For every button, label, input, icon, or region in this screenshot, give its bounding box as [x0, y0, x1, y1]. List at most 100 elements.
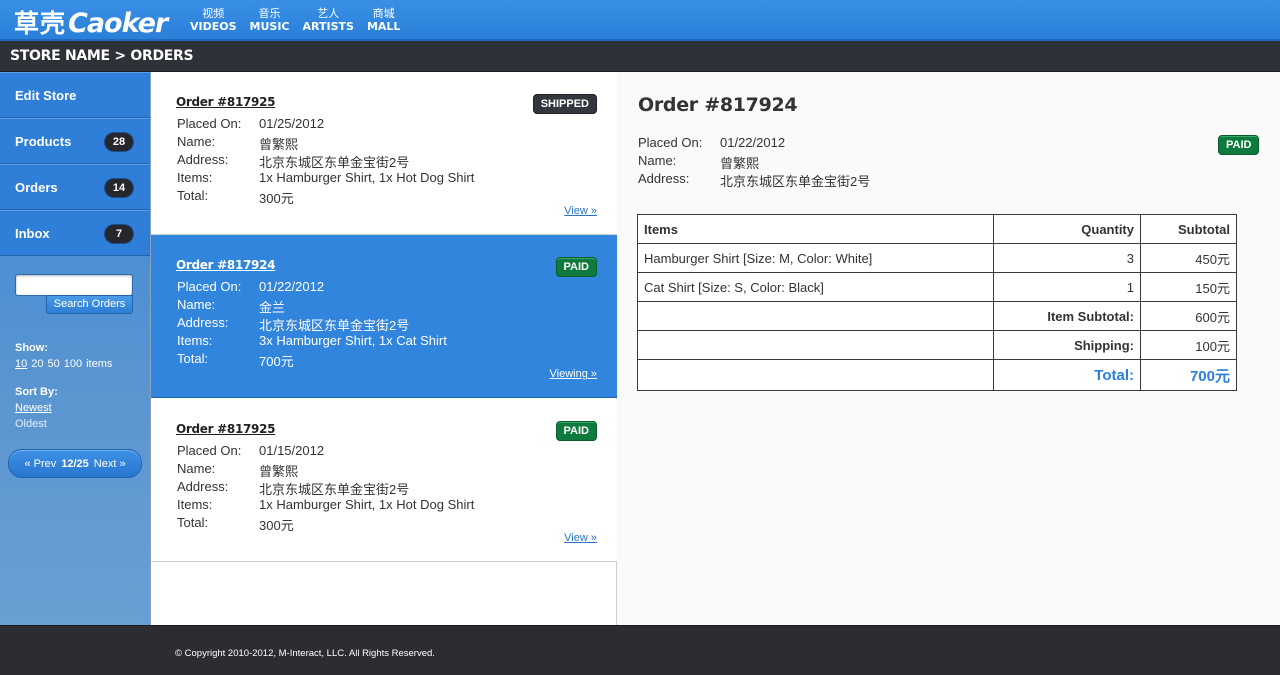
status-badge: PAID — [1218, 135, 1260, 155]
view-order-link[interactable]: View » — [564, 205, 597, 217]
total-value: 300元 — [259, 191, 294, 206]
top-bar: 草壳 Caoker 视频 VIDEOS 音乐 MUSIC 艺人 ARTISTS … — [0, 0, 1280, 41]
order-list: Order #817925 SHIPPED Placed On: 01/25/20… — [151, 72, 617, 625]
field-label: Items: — [177, 333, 213, 348]
order-items-row: Items: 1x Hamburger Shirt, 1x Hot Dog Shi… — [177, 497, 474, 512]
order-card-active[interactable]: Order #817924 PAID Placed On: 01/22/2012 … — [151, 235, 617, 398]
order-title[interactable]: Order #817925 — [176, 95, 276, 109]
field-label: Total: — [177, 188, 209, 203]
sidebar: Edit Store Products 28 Orders 14 Inbox 7… — [0, 72, 151, 625]
field-label: Address: — [177, 315, 229, 330]
shipping-value: 100元 — [1140, 330, 1237, 360]
show-option-50[interactable]: 50 — [48, 358, 60, 370]
logo-cn: 草壳 — [14, 9, 67, 38]
order-name-row: Name: 曾繁熙 — [177, 461, 298, 480]
empty-cell — [637, 359, 994, 391]
total-value: 300元 — [259, 518, 294, 533]
count-badge: 28 — [105, 133, 133, 151]
search-input[interactable] — [15, 274, 133, 296]
field-label: Placed On: — [177, 116, 242, 131]
order-name-row: Name: 金兰 — [177, 297, 285, 316]
order-placed-row: Placed On: 01/25/2012 — [177, 116, 324, 131]
field-label: Total: — [177, 351, 209, 366]
quantity-cell: 3 — [993, 243, 1141, 273]
show-option-100[interactable]: 100 — [64, 358, 82, 370]
nav-label-en: VIDEOS — [190, 20, 237, 33]
nav-artists[interactable]: 艺人 ARTISTS — [303, 7, 354, 34]
field-label: Placed On: — [638, 135, 703, 150]
placed-on-value: 01/15/2012 — [259, 443, 325, 458]
viewing-order-link[interactable]: Viewing » — [550, 368, 598, 380]
field-label: Address: — [638, 171, 690, 186]
order-title[interactable]: Order #817925 — [176, 422, 276, 436]
nav-label-zh: 艺人 — [317, 7, 340, 20]
sidebar-item-label: Inbox — [15, 226, 50, 241]
nav-music[interactable]: 音乐 MUSIC — [250, 7, 290, 34]
table-header-row: Items Quantity Subtotal — [637, 214, 1237, 244]
nav-mall[interactable]: 商城 MALL — [367, 7, 400, 34]
total-row: Total: 700元 — [637, 359, 1237, 391]
column-header-items: Items — [637, 214, 994, 244]
breadcrumb-bar: STORE NAME > ORDERS — [0, 41, 1280, 72]
sidebar-item-products[interactable]: Products 28 — [0, 118, 150, 164]
next-page-link[interactable]: Next » — [94, 458, 126, 470]
name-value: 曾繁熙 — [259, 137, 299, 152]
field-label: Name: — [177, 134, 216, 149]
total-value: 700元 — [1140, 359, 1237, 391]
field-label: Items: — [177, 497, 213, 512]
subtotal-cell: 450元 — [1140, 243, 1237, 273]
detail-address-row: Address: 北京东城区东单金宝街2号 — [638, 171, 870, 190]
empty-cell — [637, 330, 994, 360]
placed-on-value: 01/25/2012 — [259, 116, 325, 131]
field-label: Name: — [638, 153, 677, 168]
breadcrumb: STORE NAME > ORDERS — [10, 48, 194, 64]
field-label: Address: — [177, 152, 229, 167]
show-option-20[interactable]: 20 — [31, 358, 43, 370]
address-value: 北京东城区东单金宝街2号 — [259, 155, 410, 170]
sort-oldest-link[interactable]: Oldest — [15, 418, 47, 430]
order-total-row: Total: 300元 — [177, 515, 294, 534]
name-value: 曾繁熙 — [259, 464, 299, 479]
order-items-row: Items: 3x Hamburger Shirt, 1x Cat Shirt — [177, 333, 447, 348]
order-total-row: Total: 700元 — [177, 351, 294, 370]
page-title: Order #817924 — [638, 94, 798, 116]
table-row: Cat Shirt [Size: S, Color: Black] 1 150元 — [637, 272, 1237, 302]
field-label: Name: — [177, 461, 216, 476]
order-card[interactable]: Order #817925 PAID Placed On: 01/15/2012 … — [151, 399, 617, 562]
order-card[interactable]: Order #817925 SHIPPED Placed On: 01/25/20… — [151, 72, 617, 235]
show-option-10[interactable]: 10 — [15, 358, 27, 370]
address-value: 北京东城区东单金宝街2号 — [720, 174, 871, 189]
field-label: Items: — [177, 170, 213, 185]
order-detail: Order #817924 Placed On: 01/22/2012 Name:… — [617, 72, 1280, 625]
items-value: 1x Hamburger Shirt, 1x Hot Dog Shirt — [259, 497, 475, 512]
sidebar-item-inbox[interactable]: Inbox 7 — [0, 210, 150, 256]
field-label: Address: — [177, 479, 229, 494]
order-placed-row: Placed On: 01/15/2012 — [177, 443, 324, 458]
subtotal-cell: 150元 — [1140, 272, 1237, 302]
sidebar-item-orders[interactable]: Orders 14 — [0, 164, 150, 210]
nav-label-en: ARTISTS — [302, 20, 354, 33]
status-badge: PAID — [555, 421, 597, 441]
view-order-link[interactable]: View » — [564, 532, 597, 544]
items-value: 1x Hamburger Shirt, 1x Hot Dog Shirt — [259, 170, 475, 185]
total-label: Total: — [993, 359, 1141, 391]
order-title[interactable]: Order #817924 — [176, 258, 276, 272]
sidebar-item-edit-store[interactable]: Edit Store — [0, 72, 150, 118]
name-value: 曾繁熙 — [720, 156, 760, 171]
logo[interactable]: 草壳 Caoker — [14, 4, 168, 39]
address-value: 北京东城区东单金宝街2号 — [259, 318, 410, 333]
pagination: « Prev 12/25 Next » — [8, 449, 142, 478]
sort-newest-link[interactable]: Newest — [15, 402, 52, 414]
show-suffix: items — [86, 358, 113, 370]
count-badge: 7 — [105, 225, 133, 243]
order-total-row: Total: 300元 — [177, 188, 294, 207]
search-orders-button[interactable]: Search Orders — [46, 295, 133, 314]
items-value: 3x Hamburger Shirt, 1x Cat Shirt — [259, 333, 447, 348]
nav-videos[interactable]: 视频 VIDEOS — [190, 7, 237, 34]
sort-label: Sort By: — [15, 386, 58, 398]
prev-page-link[interactable]: « Prev — [24, 458, 56, 470]
show-options: 10 20 50 100 items — [15, 358, 116, 370]
placed-on-value: 01/22/2012 — [720, 135, 786, 150]
show-label: Show: — [15, 342, 48, 354]
logo-en: Caoker — [68, 8, 168, 39]
